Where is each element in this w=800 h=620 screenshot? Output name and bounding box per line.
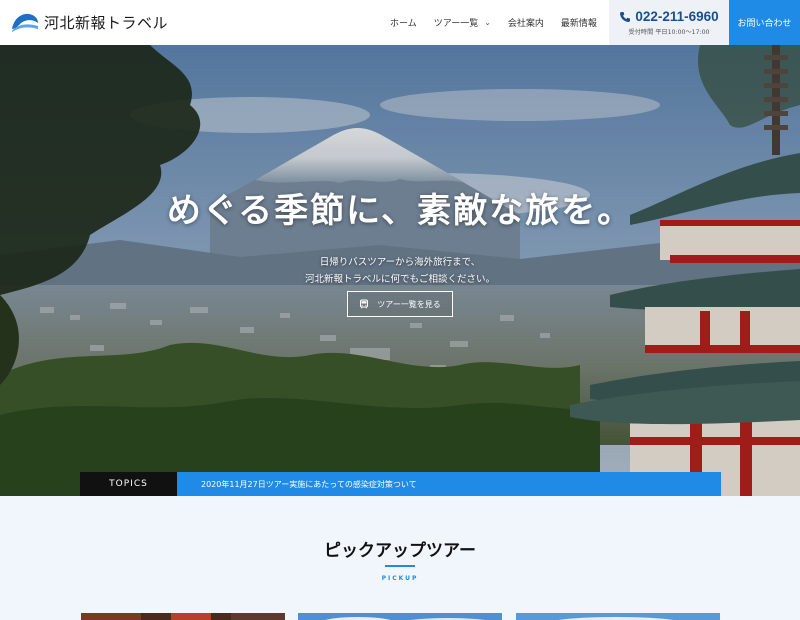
phone-number-text: 022-211-6960: [635, 9, 719, 24]
hero-section: めぐる季節に、素敵な旅を。 日帰りバスツアーから海外旅行まで、 河北新報トラベル…: [0, 45, 800, 496]
tour-card[interactable]: [81, 609, 285, 620]
topics-label: TOPICS: [80, 472, 177, 496]
nav-news[interactable]: 最新情報: [561, 16, 597, 29]
hero-copy: めぐる季節に、素敵な旅を。 日帰りバスツアーから海外旅行まで、 河北新報トラベル…: [0, 183, 800, 288]
contact-button[interactable]: お問い合わせ: [729, 0, 800, 45]
tour-card-image: [516, 613, 720, 620]
site-logo[interactable]: 河北新報トラベル: [10, 9, 168, 35]
view-tours-label: ツアー一覧を見る: [377, 299, 441, 309]
wave-logo-icon: [12, 13, 38, 32]
tour-card[interactable]: [516, 609, 720, 620]
pickup-title: ピックアップツアー: [324, 541, 476, 561]
hero-subtitle-line1: 日帰りバスツアーから海外旅行まで、: [319, 257, 481, 268]
phone-icon: [620, 11, 631, 22]
nav-tours-label: ツアー一覧: [433, 19, 479, 29]
hero-subtitle: 日帰りバスツアーから海外旅行まで、 河北新報トラベルに何でもご相談ください。: [0, 254, 800, 288]
topics-link[interactable]: 2020年11月27日ツアー実施にあたっての感染症対策ついて: [177, 472, 721, 496]
nav-tours[interactable]: ツアー一覧 ⌄: [434, 16, 491, 29]
tour-card[interactable]: [298, 609, 502, 620]
main-nav: ホーム ツアー一覧 ⌄ 会社案内 最新情報: [390, 0, 614, 45]
tour-card-image: [81, 613, 285, 620]
topics-bar: TOPICS 2020年11月27日ツアー実施にあたっての感染症対策ついて: [80, 472, 721, 496]
bus-icon: [360, 299, 369, 309]
view-tours-button[interactable]: ツアー一覧を見る: [347, 291, 453, 317]
nav-home[interactable]: ホーム: [390, 16, 417, 29]
tour-card-image: [298, 613, 502, 620]
nav-company[interactable]: 会社案内: [508, 16, 544, 29]
hero-subtitle-line2: 河北新報トラベルに何でもご相談ください。: [304, 274, 495, 285]
logo-text: 河北新報トラベル: [44, 13, 169, 32]
chevron-down-icon: ⌄: [484, 18, 491, 27]
phone-hours: 受付時間 平日10:00〜17:00: [628, 29, 710, 36]
hero-title: めぐる季節に、素敵な旅を。: [166, 191, 634, 231]
pickup-section: ピックアップツアー PICKUP: [0, 496, 800, 620]
pickup-subtitle: PICKUP: [381, 575, 419, 582]
pickup-underline: [385, 565, 415, 567]
site-header: 河北新報トラベル ホーム ツアー一覧 ⌄ 会社案内 最新情報 022-211-6…: [0, 0, 800, 45]
phone-box[interactable]: 022-211-6960 受付時間 平日10:00〜17:00: [609, 0, 729, 45]
phone-number: 022-211-6960: [609, 9, 729, 24]
